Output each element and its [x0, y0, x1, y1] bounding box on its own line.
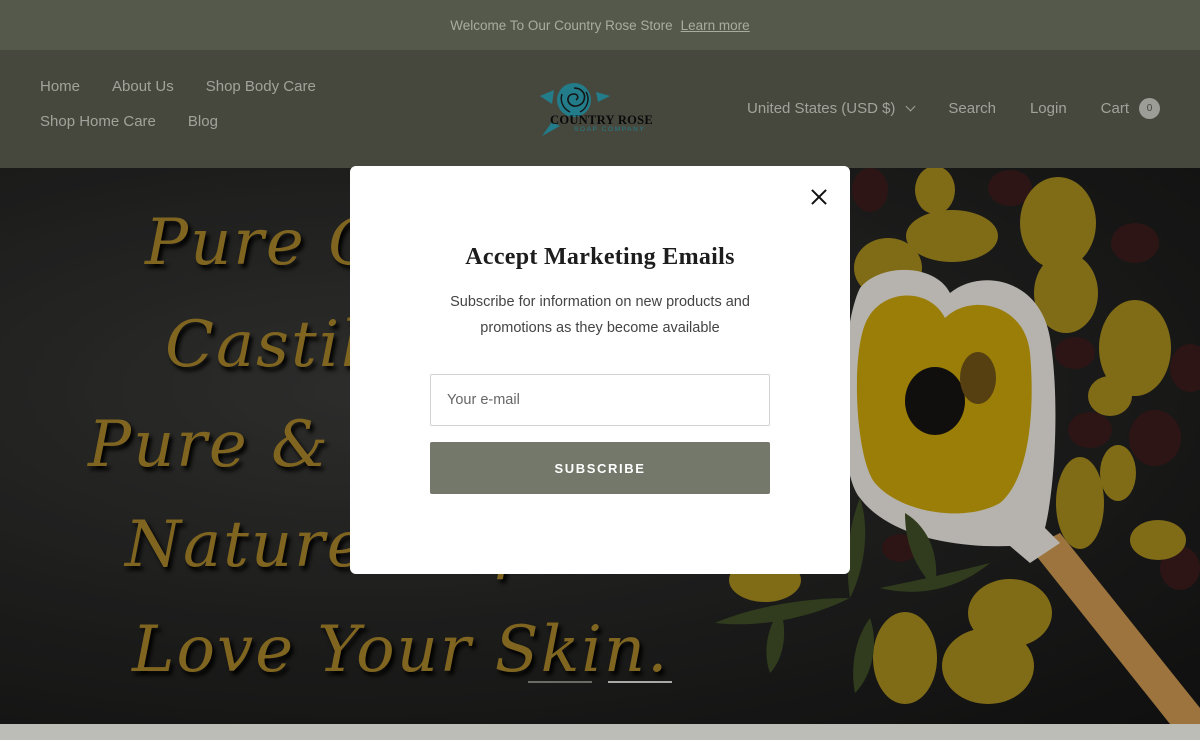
subscribe-button[interactable]: SUBSCRIBE	[430, 442, 770, 494]
modal-description: Subscribe for information on new product…	[450, 294, 750, 336]
newsletter-modal: Accept Marketing Emails Subscribe for in…	[350, 166, 850, 574]
modal-title: Accept Marketing Emails	[465, 244, 735, 270]
email-field[interactable]	[430, 374, 770, 426]
bottom-strip	[0, 724, 1200, 740]
close-icon[interactable]	[810, 188, 828, 206]
